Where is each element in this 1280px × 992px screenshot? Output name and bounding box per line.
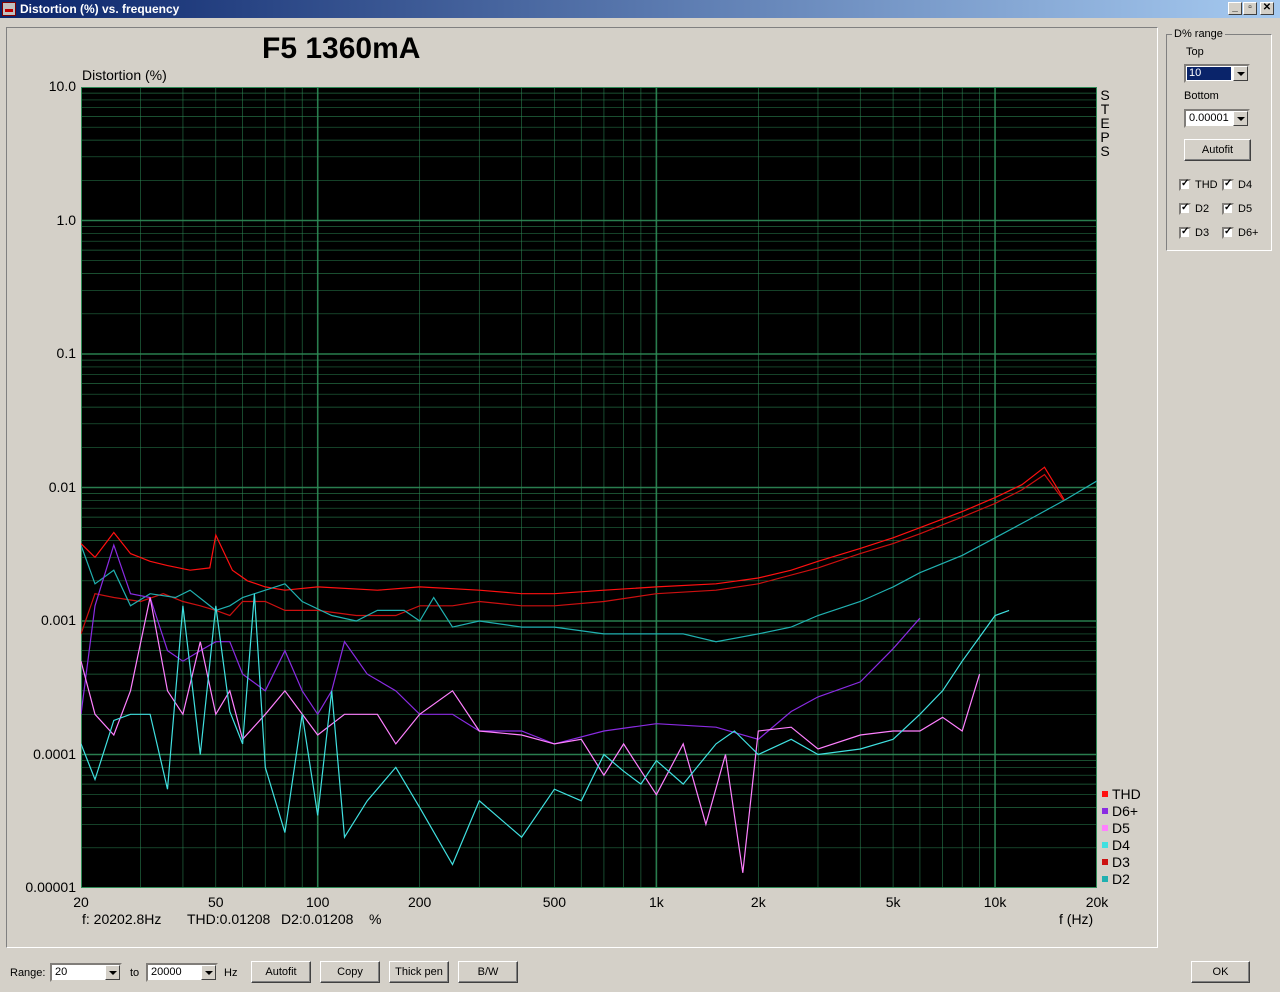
to-label: to: [130, 967, 140, 979]
legend-label: D2: [1112, 871, 1130, 887]
range-to-value: 20000: [151, 966, 182, 978]
y-tick-label: 1.0: [56, 211, 76, 228]
x-axis-label: f (Hz): [1059, 911, 1094, 927]
y-tick-label: 0.001: [40, 612, 76, 628]
bw-button[interactable]: B/W: [458, 961, 518, 983]
app-icon: [2, 2, 16, 16]
hz-label: Hz: [224, 967, 238, 979]
x-tick-label: 2k: [750, 894, 766, 910]
legend-d5: D5: [1102, 820, 1130, 837]
maximize-button[interactable]: ▫: [1243, 2, 1257, 15]
x-tick-label: 5k: [885, 894, 901, 910]
thick-pen-button[interactable]: Thick pen: [389, 961, 449, 983]
checkbox-box[interactable]: [1222, 202, 1234, 215]
title-bar: Distortion (%) vs. frequency _ ▫ ✕: [0, 0, 1280, 18]
readout-thd: THD:0.01208: [187, 911, 271, 927]
legend-label: THD: [1112, 786, 1141, 802]
checkbox-box[interactable]: [1179, 178, 1191, 191]
x-tick-label: 100: [306, 894, 330, 910]
x-tick-label: 500: [542, 894, 567, 910]
range-from-value: 20: [55, 966, 68, 978]
bottom-range-value: 0.00001: [1189, 112, 1229, 124]
legend-label: D4: [1112, 837, 1130, 853]
range-label: Range:: [10, 967, 46, 979]
chevron-down-icon[interactable]: [201, 965, 216, 980]
checkbox-label: D4: [1238, 179, 1253, 191]
readout-frequency: f: 20202.8Hz: [82, 911, 162, 927]
range-group-label: D% range: [1172, 28, 1225, 40]
chevron-down-icon[interactable]: [1233, 111, 1248, 126]
top-range-value: 10: [1187, 67, 1231, 80]
steps-letter: E: [1100, 115, 1110, 131]
close-button[interactable]: ✕: [1260, 2, 1274, 15]
copy-button[interactable]: Copy: [320, 961, 380, 983]
legend-label: D5: [1112, 820, 1130, 836]
x-tick-label: 10k: [983, 894, 1007, 910]
legend-swatch: [1102, 876, 1108, 882]
bottom-label: Bottom: [1184, 90, 1219, 102]
checkbox-label: D3: [1195, 227, 1210, 239]
top-label: Top: [1186, 46, 1204, 58]
legend-d6plus: D6+: [1102, 803, 1138, 820]
steps-letter: P: [1100, 129, 1110, 145]
y-tick-label: 0.01: [48, 478, 76, 495]
range-autofit-button[interactable]: Autofit: [1184, 139, 1251, 161]
checkbox-box[interactable]: [1222, 178, 1234, 191]
steps-label: S T E P S: [1099, 88, 1111, 158]
steps-letter: T: [1100, 101, 1110, 117]
x-tick-label: 20k: [1085, 894, 1109, 910]
ok-button[interactable]: OK: [1191, 961, 1250, 983]
checkbox-label: THD: [1195, 179, 1218, 191]
checkbox-box[interactable]: [1222, 226, 1234, 239]
legend-swatch: [1102, 808, 1108, 814]
legend-d2: D2: [1102, 871, 1130, 888]
checkbox-box[interactable]: [1179, 202, 1191, 215]
readout-unit: %: [369, 911, 382, 927]
readout-d2: D2:0.01208: [281, 911, 354, 927]
legend-d4: D4: [1102, 837, 1130, 854]
legend-swatch: [1102, 842, 1108, 848]
range-to-select[interactable]: 20000: [146, 963, 218, 982]
autofit-button[interactable]: Autofit: [251, 961, 311, 983]
legend-label: D6+: [1112, 803, 1139, 819]
chevron-down-icon[interactable]: [105, 965, 120, 980]
y-tick-label: 10.0: [48, 78, 76, 94]
bottom-range-select[interactable]: 0.00001: [1184, 109, 1250, 128]
graph-title: F5 1360mA: [262, 32, 421, 65]
steps-letter: S: [1100, 87, 1110, 103]
checkbox-label: D2: [1195, 203, 1210, 215]
checkbox-label: D6+: [1238, 227, 1259, 239]
y-tick-label: 0.1: [56, 345, 76, 361]
y-tick-label: 0.0001: [33, 745, 76, 762]
legend-swatch: [1102, 825, 1108, 831]
legend-thd: THD: [1102, 786, 1141, 803]
y-axis-label: Distortion (%): [82, 67, 167, 83]
x-tick-label: 200: [407, 894, 432, 910]
range-from-select[interactable]: 20: [50, 963, 122, 982]
legend-swatch: [1102, 859, 1108, 865]
checkbox-label: D5: [1238, 203, 1253, 215]
legend-swatch: [1102, 791, 1108, 797]
legend-d3: D3: [1102, 854, 1130, 871]
window-title: Distortion (%) vs. frequency: [20, 2, 180, 16]
chevron-down-icon[interactable]: [1233, 66, 1248, 81]
steps-letter: S: [1100, 143, 1110, 159]
minimize-button[interactable]: _: [1228, 2, 1242, 15]
checkbox-box[interactable]: [1179, 226, 1191, 239]
top-range-select[interactable]: 10: [1184, 64, 1250, 83]
y-tick-label: 0.00001: [25, 879, 76, 895]
distortion-plot[interactable]: [81, 87, 1097, 888]
x-tick-label: 1k: [648, 894, 664, 910]
x-tick-label: 50: [207, 894, 224, 910]
legend-label: D3: [1112, 854, 1130, 870]
x-tick-label: 20: [73, 894, 89, 910]
